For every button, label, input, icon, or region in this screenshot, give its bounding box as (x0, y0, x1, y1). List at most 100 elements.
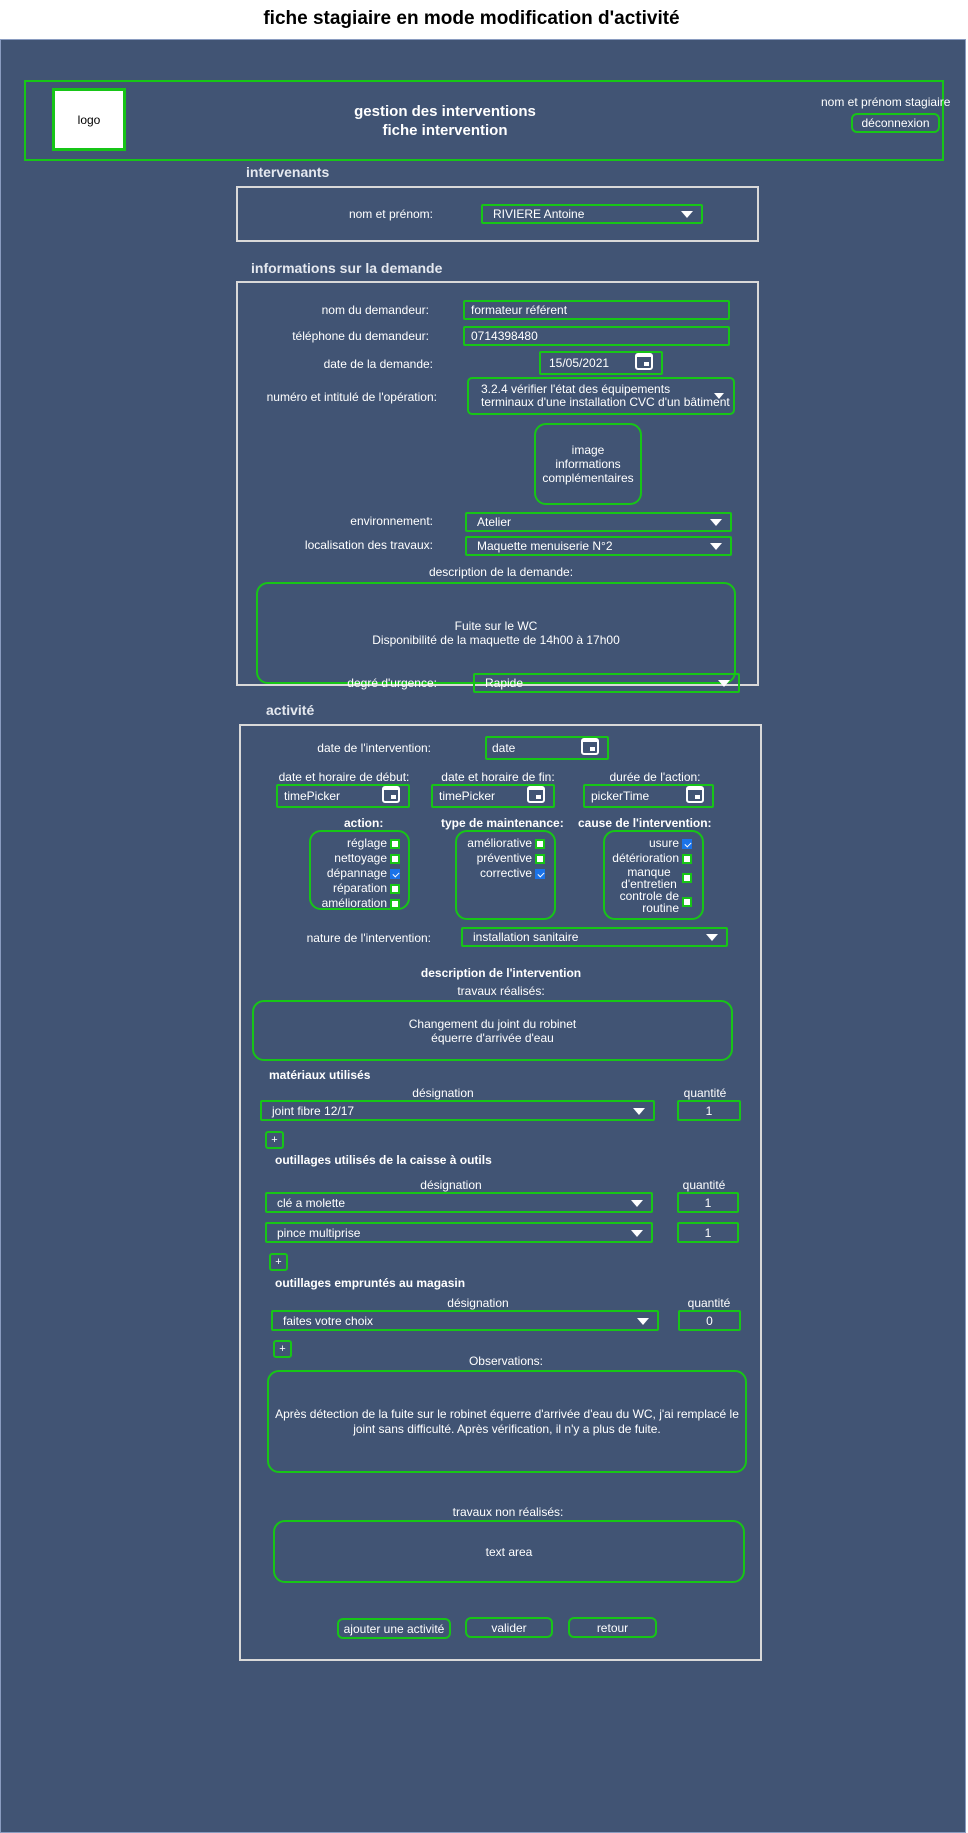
back-button[interactable]: retour (568, 1617, 657, 1638)
cause-row[interactable]: controle de routine (619, 890, 692, 914)
borrowed-select[interactable]: faites votre choix (271, 1310, 659, 1331)
borrowed-designation-header: désignation (447, 1296, 509, 1310)
checkbox-nettoyage[interactable] (390, 853, 400, 864)
material-name: joint fibre 12/17 (272, 1103, 355, 1118)
urgency-select[interactable]: Rapide (473, 673, 740, 693)
tool-quantity[interactable]: 1 (677, 1222, 739, 1243)
calendar-icon[interactable] (581, 738, 599, 755)
checkbox-usure[interactable] (682, 838, 692, 849)
checkbox-deterioration[interactable] (682, 853, 692, 864)
intervention-date-value: date (492, 741, 516, 755)
start-time-field[interactable]: timePicker (276, 784, 410, 808)
urgency-label: degré d'urgence: (347, 676, 437, 690)
requester-field[interactable]: formateur référent (463, 300, 730, 320)
action-label-text: dépannage (326, 866, 387, 880)
end-label: date et horaire de fin: (441, 770, 555, 784)
cause-row[interactable]: manque d'entretien (619, 866, 692, 890)
duration-field[interactable]: pickerTime (583, 784, 714, 808)
calendar-icon[interactable] (686, 786, 704, 803)
tool-name: pince multiprise (277, 1225, 361, 1240)
material-quantity[interactable]: 1 (677, 1100, 741, 1121)
intervention-description-heading: description de l'intervention (420, 966, 582, 980)
checkbox-reparation[interactable] (390, 883, 400, 894)
checkbox-depannage[interactable] (390, 868, 400, 879)
tool-select[interactable]: clé a molette (265, 1192, 653, 1213)
borrowed-quantity[interactable]: 0 (678, 1310, 741, 1331)
request-date-field[interactable]: 15/05/2021 (539, 351, 663, 375)
materials-quantity-header: quantité (683, 1086, 727, 1100)
action-row[interactable]: réparation (333, 881, 400, 896)
calendar-icon[interactable] (635, 353, 653, 370)
add-tool-button[interactable]: + (269, 1253, 288, 1271)
not-done-area[interactable]: text area (273, 1520, 745, 1583)
request-description-area[interactable]: Fuite sur le WC Disponibilité de la maqu… (256, 582, 736, 684)
tool-name: clé a molette (277, 1195, 346, 1210)
calendar-icon[interactable] (382, 786, 400, 803)
calendar-icon[interactable] (527, 786, 545, 803)
end-time-field[interactable]: timePicker (431, 784, 555, 808)
environment-select[interactable]: Atelier (465, 512, 732, 532)
page-title: fiche stagiaire en mode modification d'a… (263, 8, 680, 29)
borrowed-quantity-header: quantité (687, 1296, 731, 1310)
image-complementary-info[interactable]: image informations complémentaires (534, 423, 642, 505)
action-label-text: réglage (346, 836, 387, 850)
tool-qty-value: 1 (704, 1225, 712, 1240)
requester-label: nom du demandeur: (321, 303, 429, 317)
works-done-label: travaux réalisés: (457, 984, 545, 998)
action-label: action: (344, 816, 384, 830)
tool-quantity[interactable]: 1 (677, 1192, 739, 1213)
operation-line2: terminaux d'une installation CVC d'un bâ… (481, 395, 730, 409)
maintenance-row[interactable]: préventive (477, 851, 545, 866)
observations-area[interactable]: Après détection de la fuite sur le robin… (267, 1370, 747, 1473)
action-row[interactable]: nettoyage (334, 851, 400, 866)
location-select[interactable]: Maquette menuiserie N°2 (465, 536, 732, 556)
nature-select[interactable]: installation sanitaire (461, 927, 728, 947)
phone-value: 0714398480 (471, 329, 538, 343)
add-activity-button[interactable]: ajouter une activité (337, 1618, 451, 1639)
action-row[interactable]: réglage (347, 836, 400, 851)
maintenance-type-label: type de maintenance: (441, 816, 564, 830)
material-select[interactable]: joint fibre 12/17 (260, 1100, 655, 1121)
logout-button[interactable]: déconnexion (851, 113, 940, 133)
duration-label: durée de l'action: (609, 770, 701, 784)
cause-row[interactable]: usure (649, 836, 692, 851)
works-done-area[interactable]: Changement du joint du robinet équerre d… (252, 1000, 733, 1061)
cause-label-text: usure (648, 836, 679, 850)
works-done-line1: Changement du joint du robinet (408, 1016, 577, 1031)
checkbox-preventive[interactable] (535, 853, 545, 864)
operation-select[interactable]: 3.2.4 vérifier l'état des équipements te… (467, 377, 735, 415)
tool-select[interactable]: pince multiprise (265, 1222, 653, 1243)
checkbox-reglage[interactable] (390, 838, 400, 849)
location-value: Maquette menuiserie N°2 (477, 539, 613, 553)
checkbox-corrective[interactable] (535, 868, 545, 879)
phone-field[interactable]: 0714398480 (463, 326, 730, 346)
request-description-line1: Fuite sur le WC (454, 619, 538, 633)
duration-value: pickerTime (591, 789, 650, 803)
request-date-value: 15/05/2021 (549, 356, 610, 370)
chevron-down-icon (714, 393, 724, 399)
intervenant-name-select[interactable]: RIVIERE Antoine (481, 204, 703, 224)
checkbox-manque-entretien[interactable] (682, 873, 692, 883)
action-row[interactable]: dépannage (327, 866, 400, 881)
cause-row[interactable]: détérioration (612, 851, 692, 866)
environment-value: Atelier (477, 515, 512, 529)
start-label: date et horaire de début: (278, 770, 410, 784)
logo: logo (52, 88, 126, 151)
maintenance-row[interactable]: corrective (480, 866, 545, 881)
chevron-down-icon (631, 1229, 643, 1237)
maintenance-row[interactable]: améliorative (467, 836, 545, 851)
request-date-label: date de la demande: (323, 357, 433, 371)
chevron-down-icon (718, 680, 730, 687)
intervention-date-field[interactable]: date (485, 736, 609, 760)
section-demande: informations sur la demande (251, 260, 443, 276)
action-row[interactable]: amélioration (322, 896, 400, 911)
intervenant-name-label: nom et prénom: (348, 207, 433, 221)
chevron-down-icon (710, 519, 722, 526)
borrowed-heading: outillages empruntés au magasin (275, 1276, 466, 1290)
checkbox-controle-routine[interactable] (682, 897, 692, 907)
validate-button[interactable]: valider (465, 1617, 553, 1638)
checkbox-amelioration[interactable] (390, 898, 400, 909)
add-material-button[interactable]: + (265, 1131, 284, 1149)
checkbox-ameliorative[interactable] (535, 838, 545, 849)
image-line3: complémentaires (542, 471, 634, 485)
